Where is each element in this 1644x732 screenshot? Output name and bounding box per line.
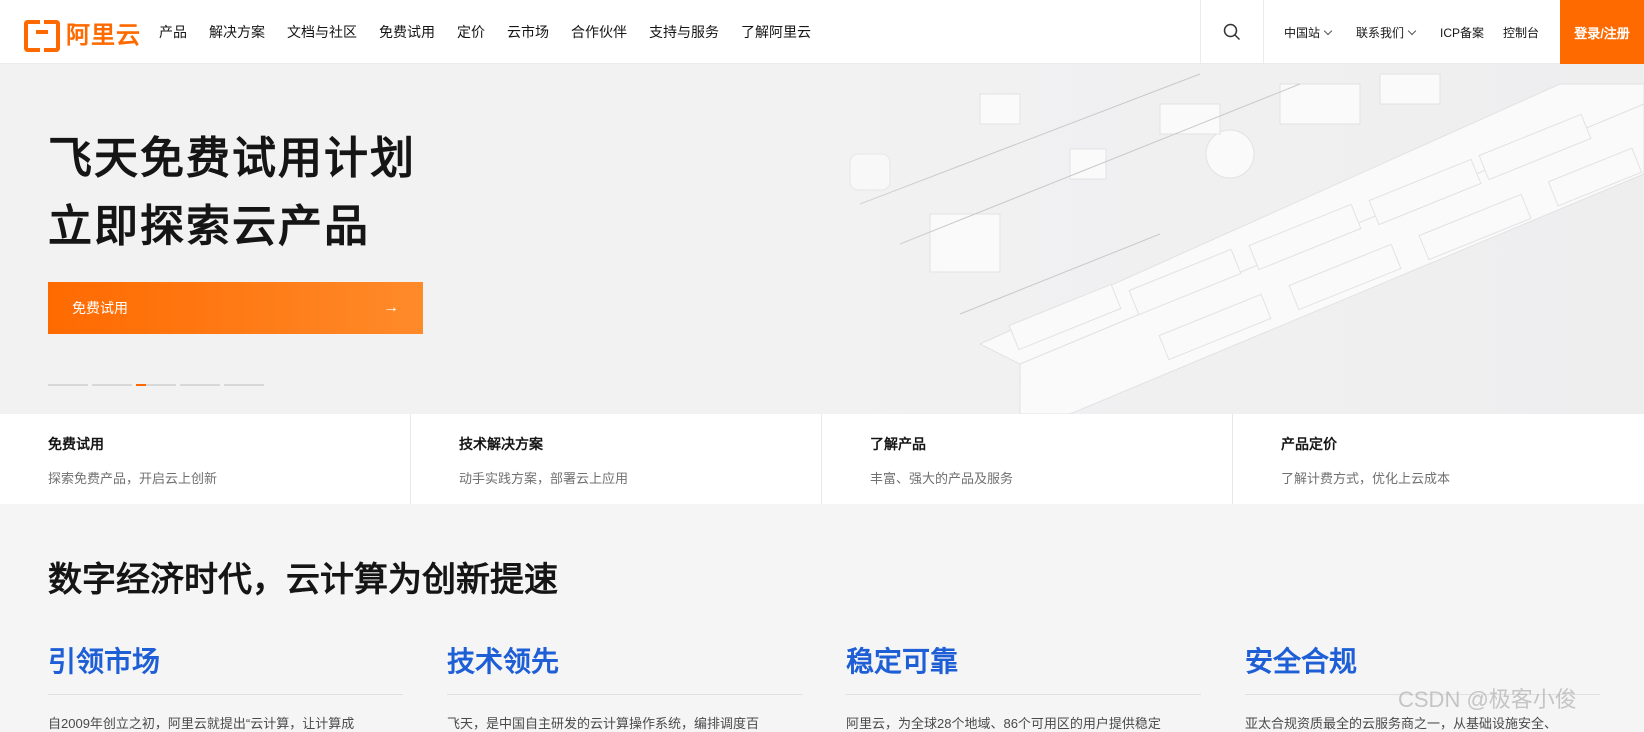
quick-entry-title: 技术解决方案 [459,436,543,452]
login-register-button[interactable]: 登录/注册 [1560,0,1644,64]
divider [846,694,1201,695]
main-nav: 产品 解决方案 文档与社区 免费试用 定价 云市场 合作伙伴 支持与服务 了解阿… [148,0,822,64]
console-link[interactable]: 控制台 [1503,0,1539,64]
advantage-text: 飞天，是中国自主研发的云计算操作系统，编排调度百 [447,716,760,731]
site-selector-label: 中国站 [1284,25,1321,40]
quick-entry-row: 免费试用 探索免费产品，开启云上创新 技术解决方案 动手实践方案，部署云上应用 … [0,414,1644,504]
advantage-market: 引领市场 自2009年创立之初，阿里云就提出“云计算，让计算成 [48,640,403,732]
console-label: 控制台 [1503,25,1540,40]
contact-us-menu[interactable]: 联系我们 [1356,0,1417,64]
logo-text: 阿里云 [66,21,141,49]
quick-entry-desc: 丰富、强大的产品及服务 [870,471,1014,486]
carousel-dot[interactable] [48,384,88,386]
quick-entry-products[interactable]: 了解产品 丰富、强大的产品及服务 [822,414,1233,504]
cta-label: 免费试用 [72,300,128,316]
nav-item-support[interactable]: 支持与服务 [649,22,719,42]
contact-us-label: 联系我们 [1356,25,1405,40]
advantage-title: 稳定可靠 [846,646,959,677]
carousel-dot[interactable] [92,384,132,386]
nav-item-products[interactable]: 产品 [159,22,187,42]
quick-entry-solutions[interactable]: 技术解决方案 动手实践方案，部署云上应用 [411,414,822,504]
advantage-reliability: 稳定可靠 阿里云，为全球28个地域、86个可用区的用户提供稳定 [846,640,1201,732]
advantage-title: 引领市场 [48,646,161,677]
chevron-down-icon [1323,26,1333,35]
divider [48,694,403,695]
nav-item-docs-community[interactable]: 文档与社区 [287,22,357,42]
nav-item-about[interactable]: 了解阿里云 [741,22,811,42]
advantage-title: 技术领先 [447,646,560,677]
arrow-right-icon: → [383,299,399,316]
quick-entry-free-trial[interactable]: 免费试用 探索免费产品，开启云上创新 [0,414,411,504]
advantage-technology: 技术领先 飞天，是中国自主研发的云计算操作系统，编排调度百 [447,640,802,732]
quick-entry-title: 了解产品 [870,436,926,452]
search-icon [1223,23,1241,41]
hero-title-line2: 立即探索云产品 [48,202,370,251]
free-trial-cta-button[interactable]: 免费试用 → [48,282,423,334]
section-title: 数字经济时代，云计算为创新提速 [48,561,558,599]
watermark-text: CSDN @极客小俊 [1398,687,1577,712]
quick-entry-desc: 探索免费产品，开启云上创新 [48,471,218,486]
hero-isometric-illustration [600,64,1644,414]
nav-item-solutions[interactable]: 解决方案 [209,22,265,42]
carousel-dot[interactable] [224,384,264,386]
top-navigation-bar: 阿里云 产品 解决方案 文档与社区 免费试用 定价 云市场 合作伙伴 支持与服务… [0,0,1644,64]
site-selector[interactable]: 中国站 [1284,0,1333,64]
advantage-text: 自2009年创立之初，阿里云就提出“云计算，让计算成 [48,716,355,731]
quick-entry-title: 产品定价 [1281,436,1337,452]
nav-item-free-trial[interactable]: 免费试用 [379,22,435,42]
advantage-text: 亚太合规资质最全的云服务商之一，从基础设施安全、 [1245,716,1558,731]
carousel-indicators [48,384,268,386]
nav-item-pricing[interactable]: 定价 [457,22,485,42]
advantage-text: 阿里云，为全球28个地域、86个可用区的用户提供稳定 [846,716,1161,731]
quick-entry-desc: 了解计费方式，优化上云成本 [1281,471,1451,486]
aliyun-logo-icon [24,20,60,52]
icp-link[interactable]: ICP备案 [1440,0,1484,64]
hero-banner: 飞天免费试用计划 立即探索云产品 免费试用 → [0,64,1644,414]
advantage-title: 安全合规 [1245,646,1358,677]
carousel-dot-active[interactable] [136,384,176,386]
nav-item-marketplace[interactable]: 云市场 [507,22,549,42]
chevron-down-icon [1407,26,1417,35]
hero-title-line1: 飞天免费试用计划 [48,134,416,183]
carousel-dot[interactable] [180,384,220,386]
divider [447,694,802,695]
quick-entry-title: 免费试用 [48,436,104,452]
search-button[interactable] [1200,0,1264,64]
quick-entry-desc: 动手实践方案，部署云上应用 [459,471,629,486]
nav-item-partners[interactable]: 合作伙伴 [571,22,627,42]
icp-label: ICP备案 [1440,25,1485,40]
aliyun-logo[interactable]: 阿里云 [24,18,141,52]
quick-entry-pricing[interactable]: 产品定价 了解计费方式，优化上云成本 [1233,414,1644,504]
